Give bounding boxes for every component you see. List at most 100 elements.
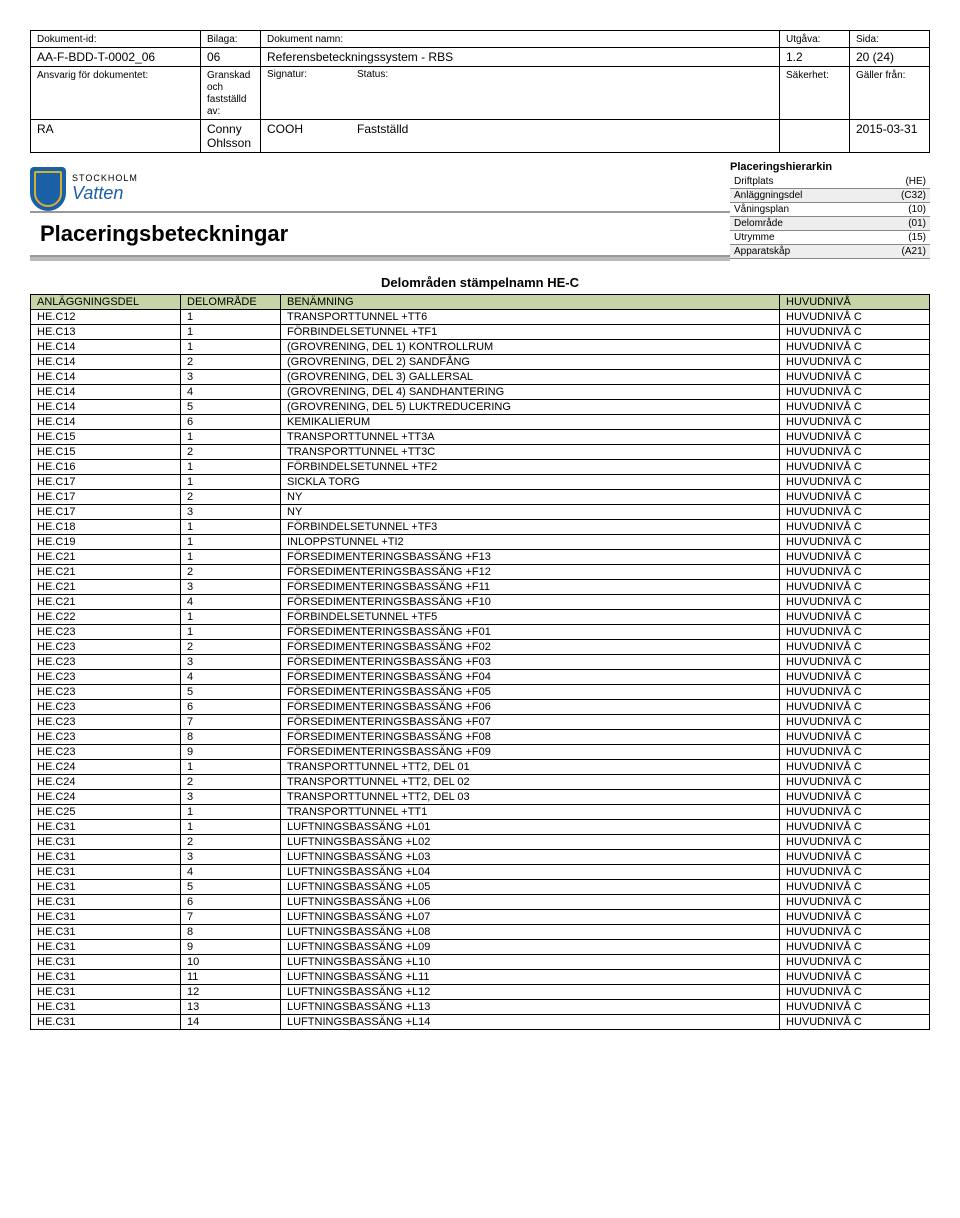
table-row: HE.C232FÖRSEDIMENTERINGSBASSÄNG +F02HUVU… (31, 640, 930, 655)
cell-b: 4 (181, 865, 281, 880)
label-sida: Sida: (856, 34, 879, 45)
cell-a: HE.C14 (31, 385, 181, 400)
cell-c: TRANSPORTTUNNEL +TT3C (281, 445, 780, 460)
hierarchy-row: Driftplats(HE) (730, 175, 930, 189)
cell-d: HUVUDNIVÅ C (780, 400, 930, 415)
cell-d: HUVUDNIVÅ C (780, 670, 930, 685)
cell-a: HE.C18 (31, 520, 181, 535)
cell-c: TRANSPORTTUNNEL +TT2, DEL 02 (281, 775, 780, 790)
cell-c: TRANSPORTTUNNEL +TT3A (281, 430, 780, 445)
cell-a: HE.C31 (31, 880, 181, 895)
cell-c: LUFTNINGSBASSÄNG +L10 (281, 955, 780, 970)
cell-c: (GROVRENING, DEL 5) LUKTREDUCERING (281, 400, 780, 415)
cell-a: HE.C15 (31, 445, 181, 460)
cell-d: HUVUDNIVÅ C (780, 640, 930, 655)
hierarchy-label: Delområde (734, 218, 783, 229)
cell-d: HUVUDNIVÅ C (780, 385, 930, 400)
hierarchy-label: Anläggningsdel (734, 190, 802, 201)
table-row: HE.C3114LUFTNINGSBASSÄNG +L14HUVUDNIVÅ C (31, 1015, 930, 1030)
cell-b: 1 (181, 340, 281, 355)
cell-d: HUVUDNIVÅ C (780, 940, 930, 955)
cell-b: 3 (181, 655, 281, 670)
cell-b: 6 (181, 700, 281, 715)
table-row: HE.C212FÖRSEDIMENTERINGSBASSÄNG +F12HUVU… (31, 565, 930, 580)
cell-c: LUFTNINGSBASSÄNG +L11 (281, 970, 780, 985)
label-ansvarig: Ansvarig för dokumentet: (37, 70, 148, 81)
cell-b: 2 (181, 490, 281, 505)
value-sida: 20 (24) (850, 48, 930, 67)
cell-a: HE.C23 (31, 685, 181, 700)
cell-d: HUVUDNIVÅ C (780, 475, 930, 490)
table-row: HE.C214FÖRSEDIMENTERINGSBASSÄNG +F10HUVU… (31, 595, 930, 610)
cell-d: HUVUDNIVÅ C (780, 655, 930, 670)
cell-c: FÖRSEDIMENTERINGSBASSÄNG +F08 (281, 730, 780, 745)
cell-d: HUVUDNIVÅ C (780, 925, 930, 940)
cell-a: HE.C31 (31, 850, 181, 865)
hierarchy-code: (10) (908, 204, 926, 215)
table-row: HE.C3110LUFTNINGSBASSÄNG +L10HUVUDNIVÅ C (31, 955, 930, 970)
hierarchy-row: Våningsplan(10) (730, 203, 930, 217)
cell-b: 5 (181, 880, 281, 895)
cell-c: FÖRSEDIMENTERINGSBASSÄNG +F04 (281, 670, 780, 685)
cell-c: TRANSPORTTUNNEL +TT2, DEL 03 (281, 790, 780, 805)
cell-c: FÖRSEDIMENTERINGSBASSÄNG +F07 (281, 715, 780, 730)
hierarchy-code: (15) (908, 232, 926, 243)
cell-b: 6 (181, 415, 281, 430)
hierarchy-title: Placeringshierarkin (730, 161, 930, 173)
cell-d: HUVUDNIVÅ C (780, 745, 930, 760)
cell-d: HUVUDNIVÅ C (780, 625, 930, 640)
cell-b: 2 (181, 835, 281, 850)
hierarchy-row: Anläggningsdel(C32) (730, 189, 930, 203)
cell-d: HUVUDNIVÅ C (780, 580, 930, 595)
cell-a: HE.C23 (31, 670, 181, 685)
label-bilaga: Bilaga: (207, 34, 238, 45)
cell-a: HE.C23 (31, 745, 181, 760)
label-status: Status: (357, 69, 388, 80)
col-header-delomrade: DELOMRÅDE (181, 295, 281, 310)
cell-a: HE.C31 (31, 865, 181, 880)
cell-c: FÖRSEDIMENTERINGSBASSÄNG +F05 (281, 685, 780, 700)
cell-d: HUVUDNIVÅ C (780, 760, 930, 775)
label-signatur: Signatur: (267, 69, 357, 80)
cell-c: FÖRSEDIMENTERINGSBASSÄNG +F03 (281, 655, 780, 670)
cell-a: HE.C23 (31, 700, 181, 715)
cell-d: HUVUDNIVÅ C (780, 1015, 930, 1030)
cell-a: HE.C31 (31, 895, 181, 910)
table-row: HE.C318LUFTNINGSBASSÄNG +L08HUVUDNIVÅ C (31, 925, 930, 940)
cell-b: 7 (181, 715, 281, 730)
cell-b: 6 (181, 895, 281, 910)
document-metadata-table: Dokument-id: Bilaga: Dokument namn: Utgå… (30, 30, 930, 153)
table-row: HE.C242TRANSPORTTUNNEL +TT2, DEL 02HUVUD… (31, 775, 930, 790)
value-signatur: COOH (267, 122, 357, 136)
cell-b: 2 (181, 775, 281, 790)
cell-b: 1 (181, 625, 281, 640)
cell-a: HE.C31 (31, 940, 181, 955)
cell-a: HE.C12 (31, 310, 181, 325)
cell-d: HUVUDNIVÅ C (780, 490, 930, 505)
cell-a: HE.C17 (31, 490, 181, 505)
cell-c: LUFTNINGSBASSÄNG +L01 (281, 820, 780, 835)
cell-b: 1 (181, 475, 281, 490)
cell-a: HE.C25 (31, 805, 181, 820)
cell-c: (GROVRENING, DEL 2) SANDFÅNG (281, 355, 780, 370)
cell-a: HE.C15 (31, 430, 181, 445)
table-row: HE.C311LUFTNINGSBASSÄNG +L01HUVUDNIVÅ C (31, 820, 930, 835)
cell-c: FÖRSEDIMENTERINGSBASSÄNG +F13 (281, 550, 780, 565)
value-dok-namn: Referensbeteckningssystem - RBS (261, 48, 780, 67)
table-row: HE.C317LUFTNINGSBASSÄNG +L07HUVUDNIVÅ C (31, 910, 930, 925)
table-row: HE.C191INLOPPSTUNNEL +TI2HUVUDNIVÅ C (31, 535, 930, 550)
shield-icon (30, 167, 66, 211)
cell-c: LUFTNINGSBASSÄNG +L07 (281, 910, 780, 925)
cell-b: 2 (181, 355, 281, 370)
cell-c: LUFTNINGSBASSÄNG +L02 (281, 835, 780, 850)
table-row: HE.C173NYHUVUDNIVÅ C (31, 505, 930, 520)
table-row: HE.C152TRANSPORTTUNNEL +TT3CHUVUDNIVÅ C (31, 445, 930, 460)
hierarchy-label: Utrymme (734, 232, 775, 243)
cell-d: HUVUDNIVÅ C (780, 340, 930, 355)
section-title: Delområden stämpelnamn HE-C (30, 275, 930, 290)
cell-d: HUVUDNIVÅ C (780, 325, 930, 340)
cell-c: TRANSPORTTUNNEL +TT6 (281, 310, 780, 325)
cell-b: 8 (181, 925, 281, 940)
table-row: HE.C314LUFTNINGSBASSÄNG +L04HUVUDNIVÅ C (31, 865, 930, 880)
cell-c: FÖRSEDIMENTERINGSBASSÄNG +F02 (281, 640, 780, 655)
